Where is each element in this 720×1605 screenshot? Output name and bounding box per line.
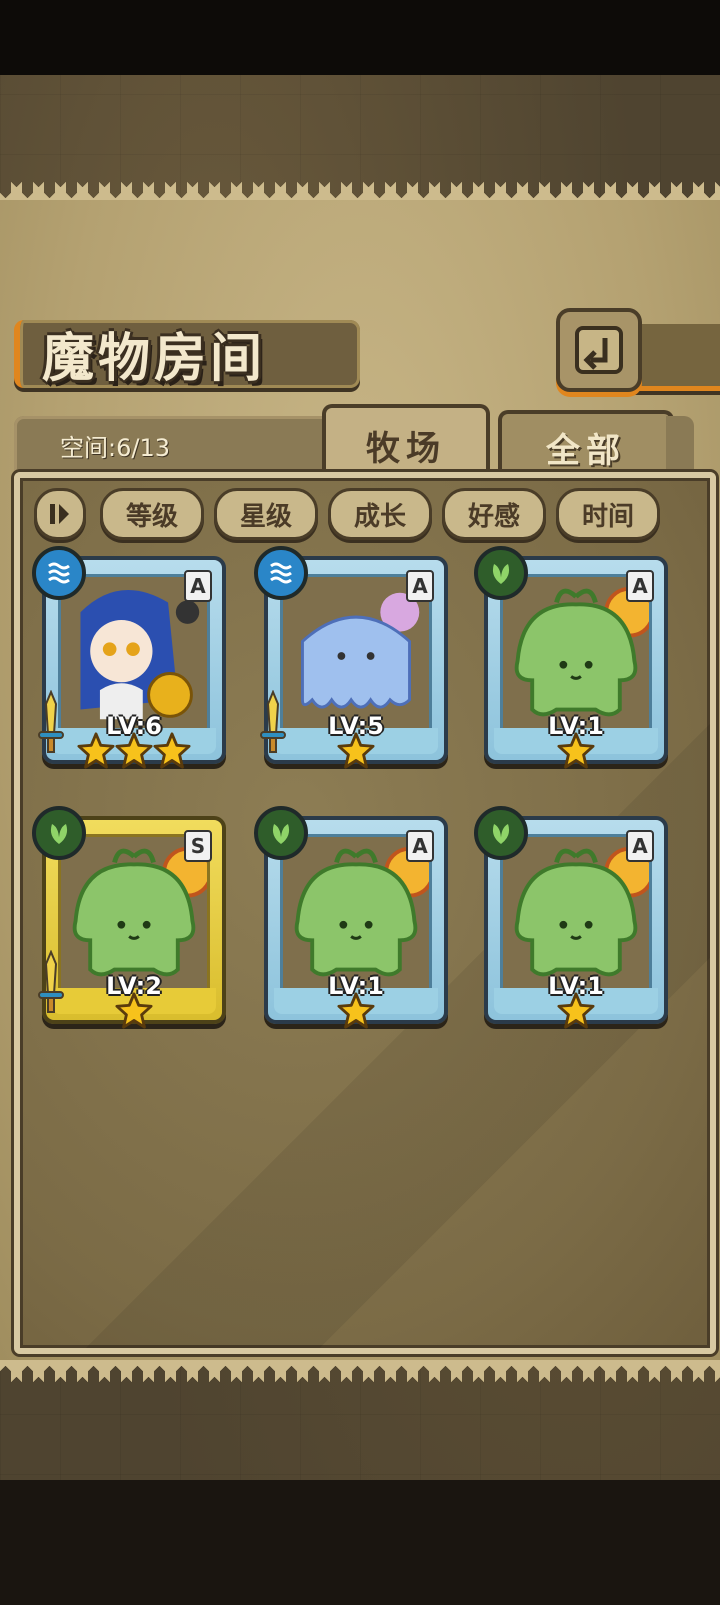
star-icon (115, 992, 153, 1034)
star-rating (488, 992, 664, 1034)
sort-time-button[interactable]: 时间 (556, 488, 660, 540)
star-rating (268, 992, 444, 1034)
grass-element-icon (492, 564, 510, 584)
sort-affection-button[interactable]: 好感 (442, 488, 546, 540)
star-icon (337, 732, 375, 774)
sort-order-toggle[interactable] (34, 488, 86, 540)
tab-all[interactable]: 全部 (498, 410, 674, 480)
sort-growth-button[interactable]: 成长 (328, 488, 432, 540)
grass-element-icon (50, 824, 68, 844)
grass-element-icon (272, 824, 290, 844)
sort-level-button[interactable]: 等级 (100, 488, 204, 540)
return-icon (575, 326, 623, 374)
star-icon (77, 732, 115, 774)
star-icon (115, 732, 153, 774)
water-element-icon (270, 562, 292, 584)
sort-star-button[interactable]: 星级 (214, 488, 318, 540)
rank-badge: A (626, 570, 654, 602)
star-icon (153, 732, 191, 774)
monster-card[interactable]: A LV:5 (254, 546, 448, 769)
water-element-icon (48, 562, 70, 584)
monster-card[interactable]: A LV:1 (474, 806, 668, 1029)
grass-element-badge (474, 546, 528, 600)
monster-card[interactable]: A LV:1 (474, 546, 668, 769)
grass-element-badge (474, 806, 528, 860)
tab-strip-end (666, 416, 694, 476)
star-rating (46, 992, 222, 1034)
water-element-badge (32, 546, 86, 600)
panel-zigzag-bottom (0, 1360, 720, 1382)
star-rating (488, 732, 664, 774)
rank-badge: S (184, 830, 212, 862)
star-rating (268, 732, 444, 774)
monster-card[interactable]: A LV:1 (254, 806, 448, 1029)
tab-ranch[interactable]: 牧场 (322, 404, 490, 482)
rank-badge: A (626, 830, 654, 862)
monster-card[interactable]: A LV:6 (32, 546, 226, 769)
star-icon (557, 992, 595, 1034)
rank-badge: A (184, 570, 212, 602)
grass-element-badge (32, 806, 86, 860)
grass-element-badge (254, 806, 308, 860)
water-element-badge (254, 546, 308, 600)
rank-badge: A (406, 830, 434, 862)
grass-element-icon (492, 824, 510, 844)
sort-order-icon (50, 504, 69, 524)
rank-badge: A (406, 570, 434, 602)
space-counter: 空间:6/13 (60, 434, 170, 462)
star-rating (46, 732, 222, 774)
back-button[interactable] (556, 308, 642, 392)
monster-card[interactable]: S LV:2 (32, 806, 226, 1029)
page-title: 魔物房间 (42, 328, 267, 389)
star-icon (557, 732, 595, 774)
star-icon (337, 992, 375, 1034)
bottom-shade (0, 1480, 720, 1605)
